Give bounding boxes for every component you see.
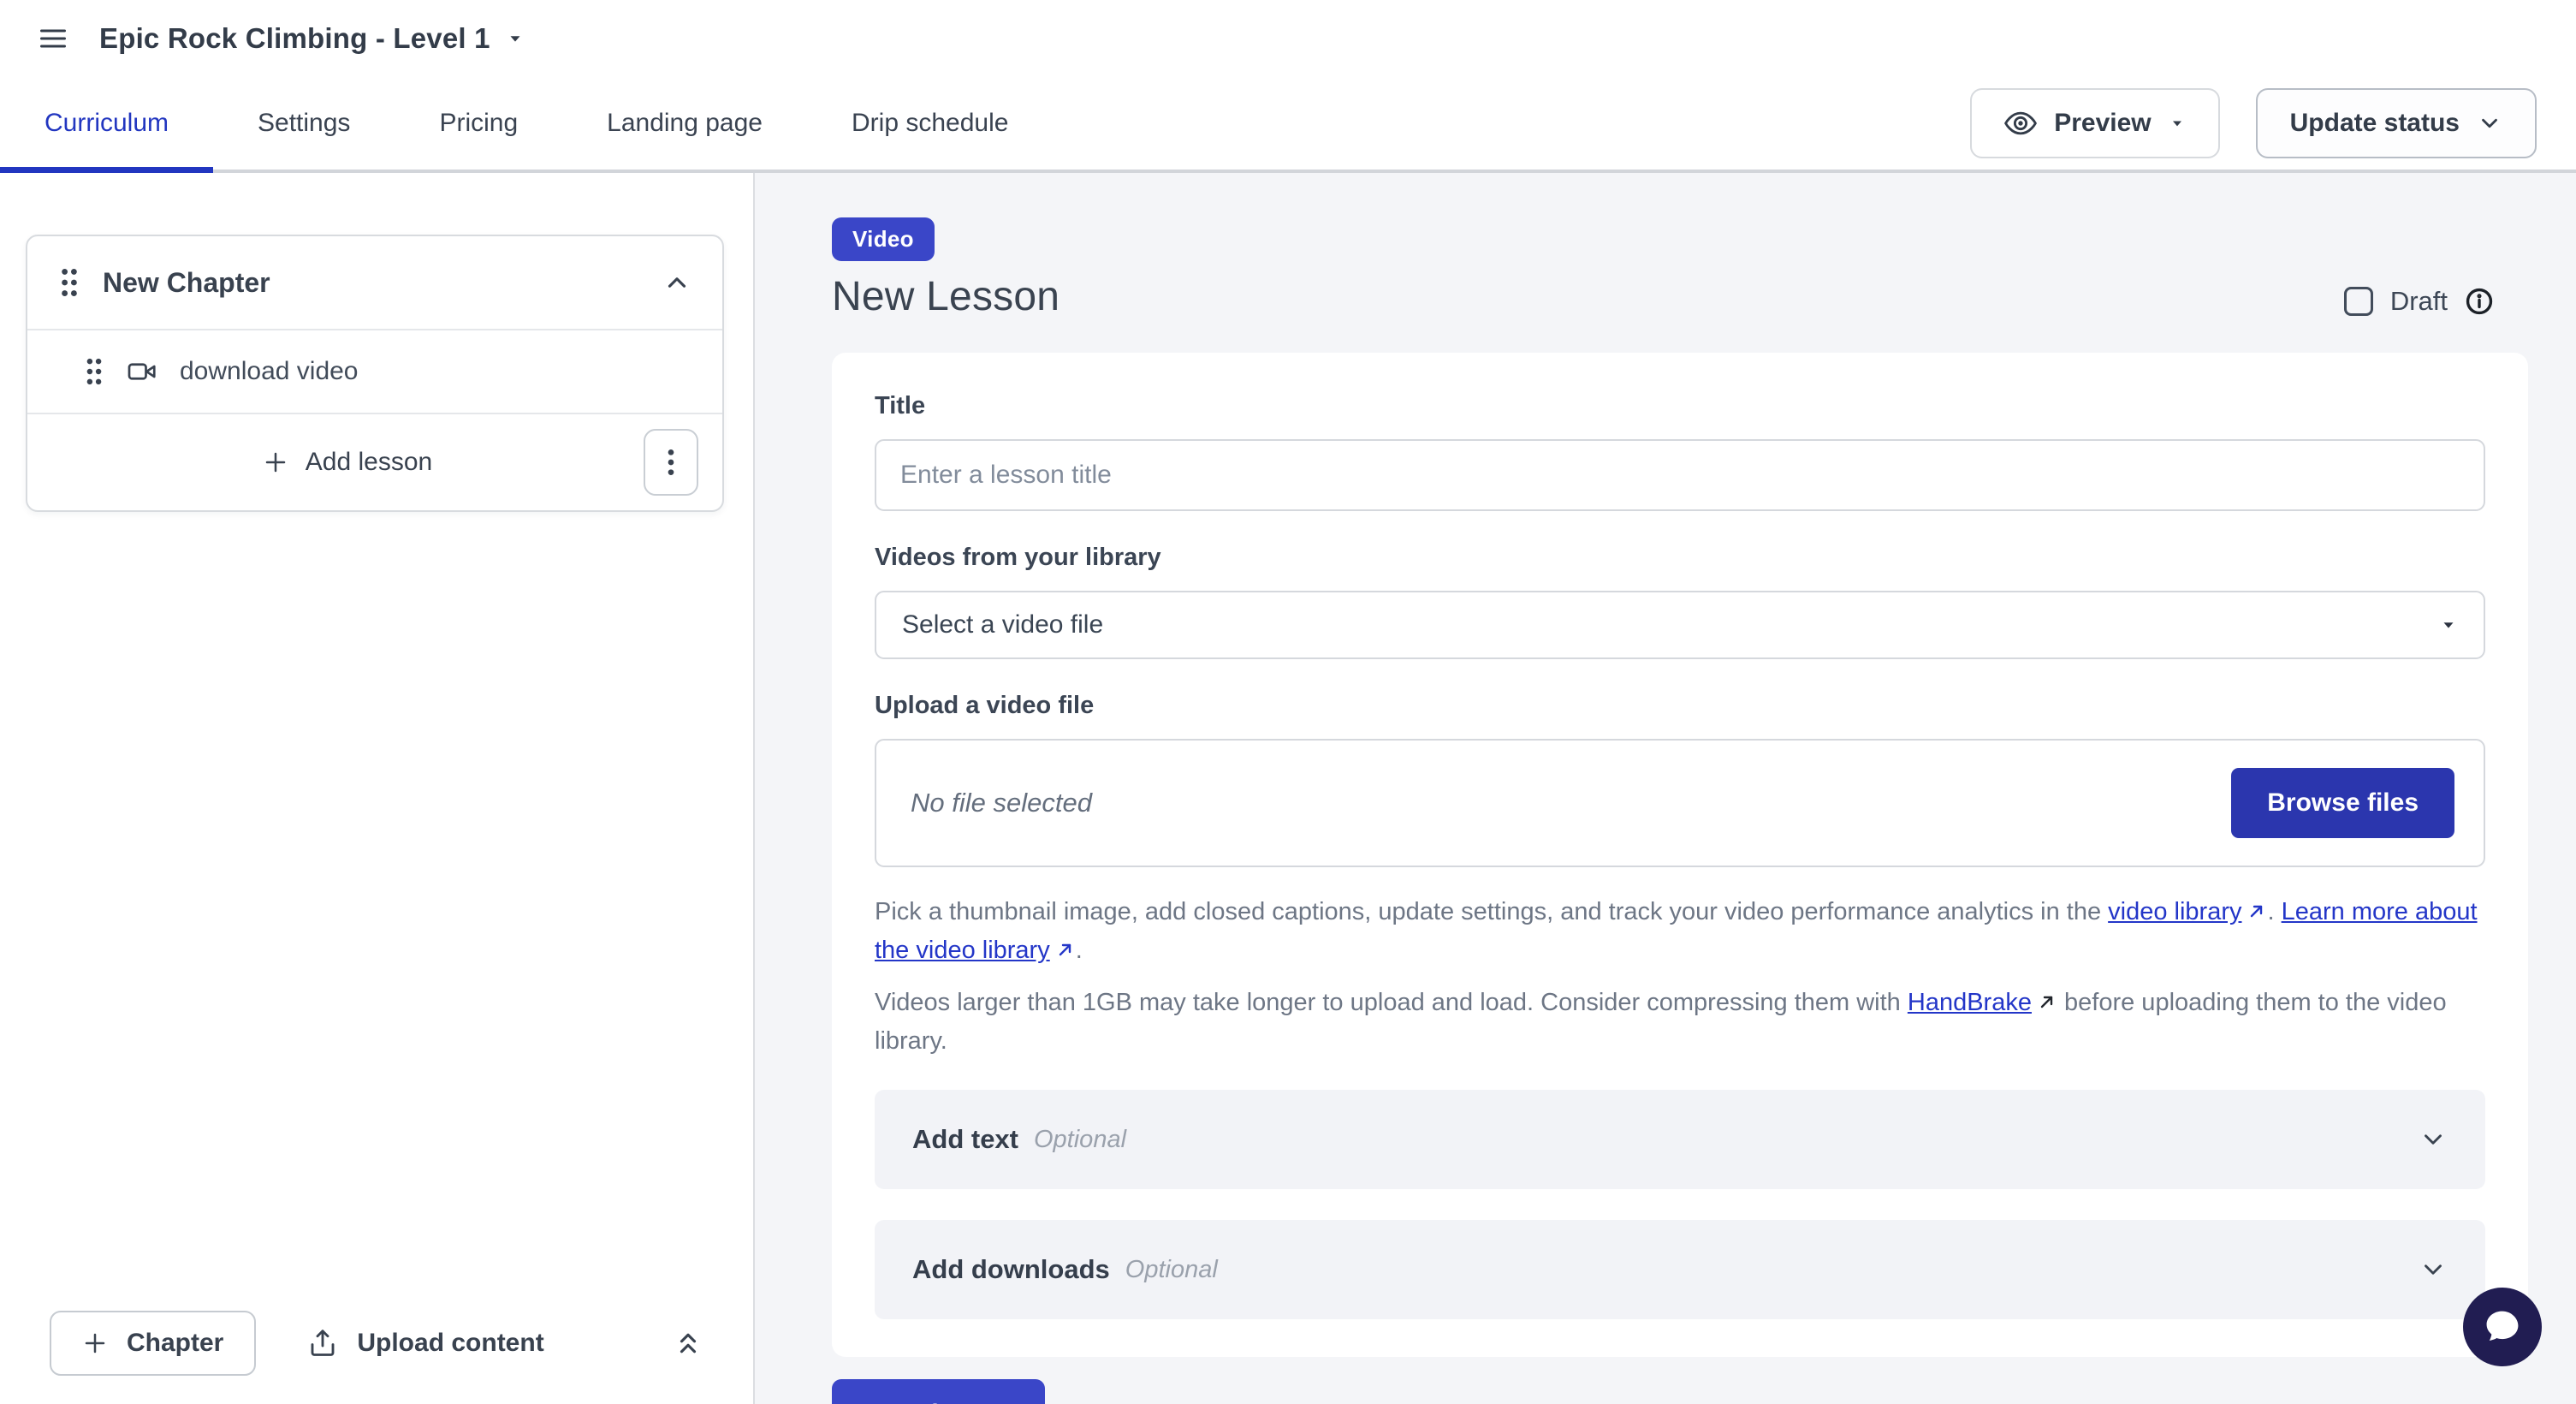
- course-switcher[interactable]: Epic Rock Climbing - Level 1: [99, 22, 525, 55]
- draft-toggle: Draft: [2344, 286, 2494, 317]
- external-link-icon: [2037, 991, 2057, 1012]
- tab-pricing[interactable]: Pricing: [395, 77, 562, 170]
- external-link-icon: [2247, 901, 2267, 921]
- lesson-type-badge: Video: [832, 217, 935, 261]
- chevron-down-icon: [2419, 1255, 2448, 1284]
- video-library-help-text: Pick a thumbnail image, add closed capti…: [875, 893, 2485, 970]
- tab-list: Curriculum Settings Pricing Landing page…: [0, 77, 1053, 170]
- course-title: Epic Rock Climbing - Level 1: [99, 22, 490, 55]
- chapter-card: New Chapter download video: [26, 235, 724, 512]
- drag-handle-icon[interactable]: [58, 267, 80, 298]
- preview-button[interactable]: Preview: [1970, 88, 2219, 158]
- link-label: HandBrake: [1908, 989, 2032, 1016]
- info-icon[interactable]: [2465, 287, 2494, 316]
- lesson-item[interactable]: download video: [27, 330, 722, 414]
- update-status-button[interactable]: Update status: [2256, 88, 2537, 158]
- video-library-select[interactable]: Select a video file: [875, 591, 2485, 659]
- chapter-header[interactable]: New Chapter: [27, 236, 722, 330]
- browse-files-button[interactable]: Browse files: [2231, 768, 2454, 838]
- handbrake-help-text: Videos larger than 1GB may take longer t…: [875, 984, 2485, 1061]
- caret-down-icon: [2169, 115, 2186, 132]
- caret-down-icon: [2439, 616, 2458, 634]
- chapter-options-button[interactable]: [644, 429, 698, 496]
- optional-label: Optional: [1034, 1126, 2419, 1154]
- add-lesson-label: Add lesson: [306, 448, 432, 477]
- draft-checkbox[interactable]: [2344, 287, 2373, 316]
- workspace: New Chapter download video: [0, 173, 2576, 1404]
- add-downloads-section[interactable]: Add downloads Optional: [875, 1220, 2485, 1319]
- help-text: Pick a thumbnail image, add closed capti…: [875, 898, 2108, 925]
- file-upload-box: No file selected Browse files: [875, 739, 2485, 867]
- preview-label: Preview: [2054, 109, 2151, 138]
- plus-icon: [82, 1330, 108, 1356]
- chevron-down-icon: [2477, 110, 2502, 136]
- tab-settings[interactable]: Settings: [213, 77, 395, 170]
- select-value: Select a video file: [902, 610, 2439, 640]
- sidebar-footer: Chapter Upload content: [0, 1282, 753, 1404]
- link-label: video library: [2108, 898, 2241, 925]
- kebab-menu-icon: [667, 448, 675, 477]
- upload-field-label: Upload a video file: [875, 692, 2485, 720]
- save-lesson-button[interactable]: Save lesson: [832, 1379, 1045, 1404]
- lesson-header: Video New Lesson Draft: [832, 217, 2528, 320]
- caret-down-icon: [506, 29, 525, 48]
- optional-label: Optional: [1125, 1256, 2419, 1284]
- tab-curriculum[interactable]: Curriculum: [0, 77, 213, 170]
- upload-content-button[interactable]: Upload content: [307, 1328, 543, 1359]
- upload-icon: [307, 1328, 338, 1359]
- tab-bar: Curriculum Settings Pricing Landing page…: [0, 77, 2576, 173]
- help-text: .: [1076, 937, 1083, 964]
- video-icon: [127, 356, 157, 387]
- add-text-section[interactable]: Add text Optional: [875, 1090, 2485, 1189]
- page-title: New Lesson: [832, 273, 2528, 320]
- add-downloads-label: Add downloads: [912, 1254, 1110, 1285]
- chapter-footer: Add lesson: [27, 414, 722, 510]
- lesson-form-card: Title Videos from your library Select a …: [832, 353, 2528, 1357]
- help-text: Videos larger than 1GB may take longer t…: [875, 989, 1908, 1016]
- chapter-title: New Chapter: [103, 267, 640, 299]
- chat-widget-button[interactable]: [2463, 1288, 2542, 1366]
- lesson-editor: Video New Lesson Draft Title Videos from…: [755, 173, 2576, 1404]
- tab-drip-schedule[interactable]: Drip schedule: [807, 77, 1053, 170]
- top-bar: Epic Rock Climbing - Level 1: [0, 0, 2576, 77]
- lesson-title: download video: [180, 357, 359, 386]
- handbrake-link[interactable]: HandBrake: [1908, 989, 2057, 1016]
- library-field-label: Videos from your library: [875, 544, 2485, 572]
- curriculum-sidebar: New Chapter download video: [0, 173, 755, 1404]
- tab-landing-page[interactable]: Landing page: [562, 77, 807, 170]
- plus-icon: [263, 449, 288, 475]
- eye-icon: [2004, 107, 2037, 140]
- update-status-label: Update status: [2290, 109, 2460, 138]
- upload-content-label: Upload content: [357, 1329, 543, 1358]
- chevron-down-icon: [2419, 1125, 2448, 1154]
- lesson-title-input[interactable]: [875, 439, 2485, 511]
- add-chapter-button[interactable]: Chapter: [50, 1311, 256, 1376]
- add-text-label: Add text: [912, 1124, 1018, 1155]
- draft-label: Draft: [2390, 286, 2448, 317]
- title-field-label: Title: [875, 392, 2485, 420]
- no-file-text: No file selected: [911, 788, 2231, 818]
- add-chapter-label: Chapter: [127, 1329, 223, 1358]
- help-text: .: [2267, 898, 2281, 925]
- chevron-up-icon[interactable]: [662, 268, 691, 297]
- video-library-link[interactable]: video library: [2108, 898, 2267, 925]
- external-link-icon: [1055, 939, 1076, 960]
- header-actions: Preview Update status: [1970, 77, 2537, 170]
- add-lesson-button[interactable]: Add lesson: [51, 448, 644, 477]
- chat-bubble-icon: [2480, 1305, 2525, 1349]
- collapse-all-icon[interactable]: [673, 1328, 703, 1359]
- hamburger-menu-icon[interactable]: [38, 23, 68, 54]
- drag-handle-icon[interactable]: [84, 357, 104, 386]
